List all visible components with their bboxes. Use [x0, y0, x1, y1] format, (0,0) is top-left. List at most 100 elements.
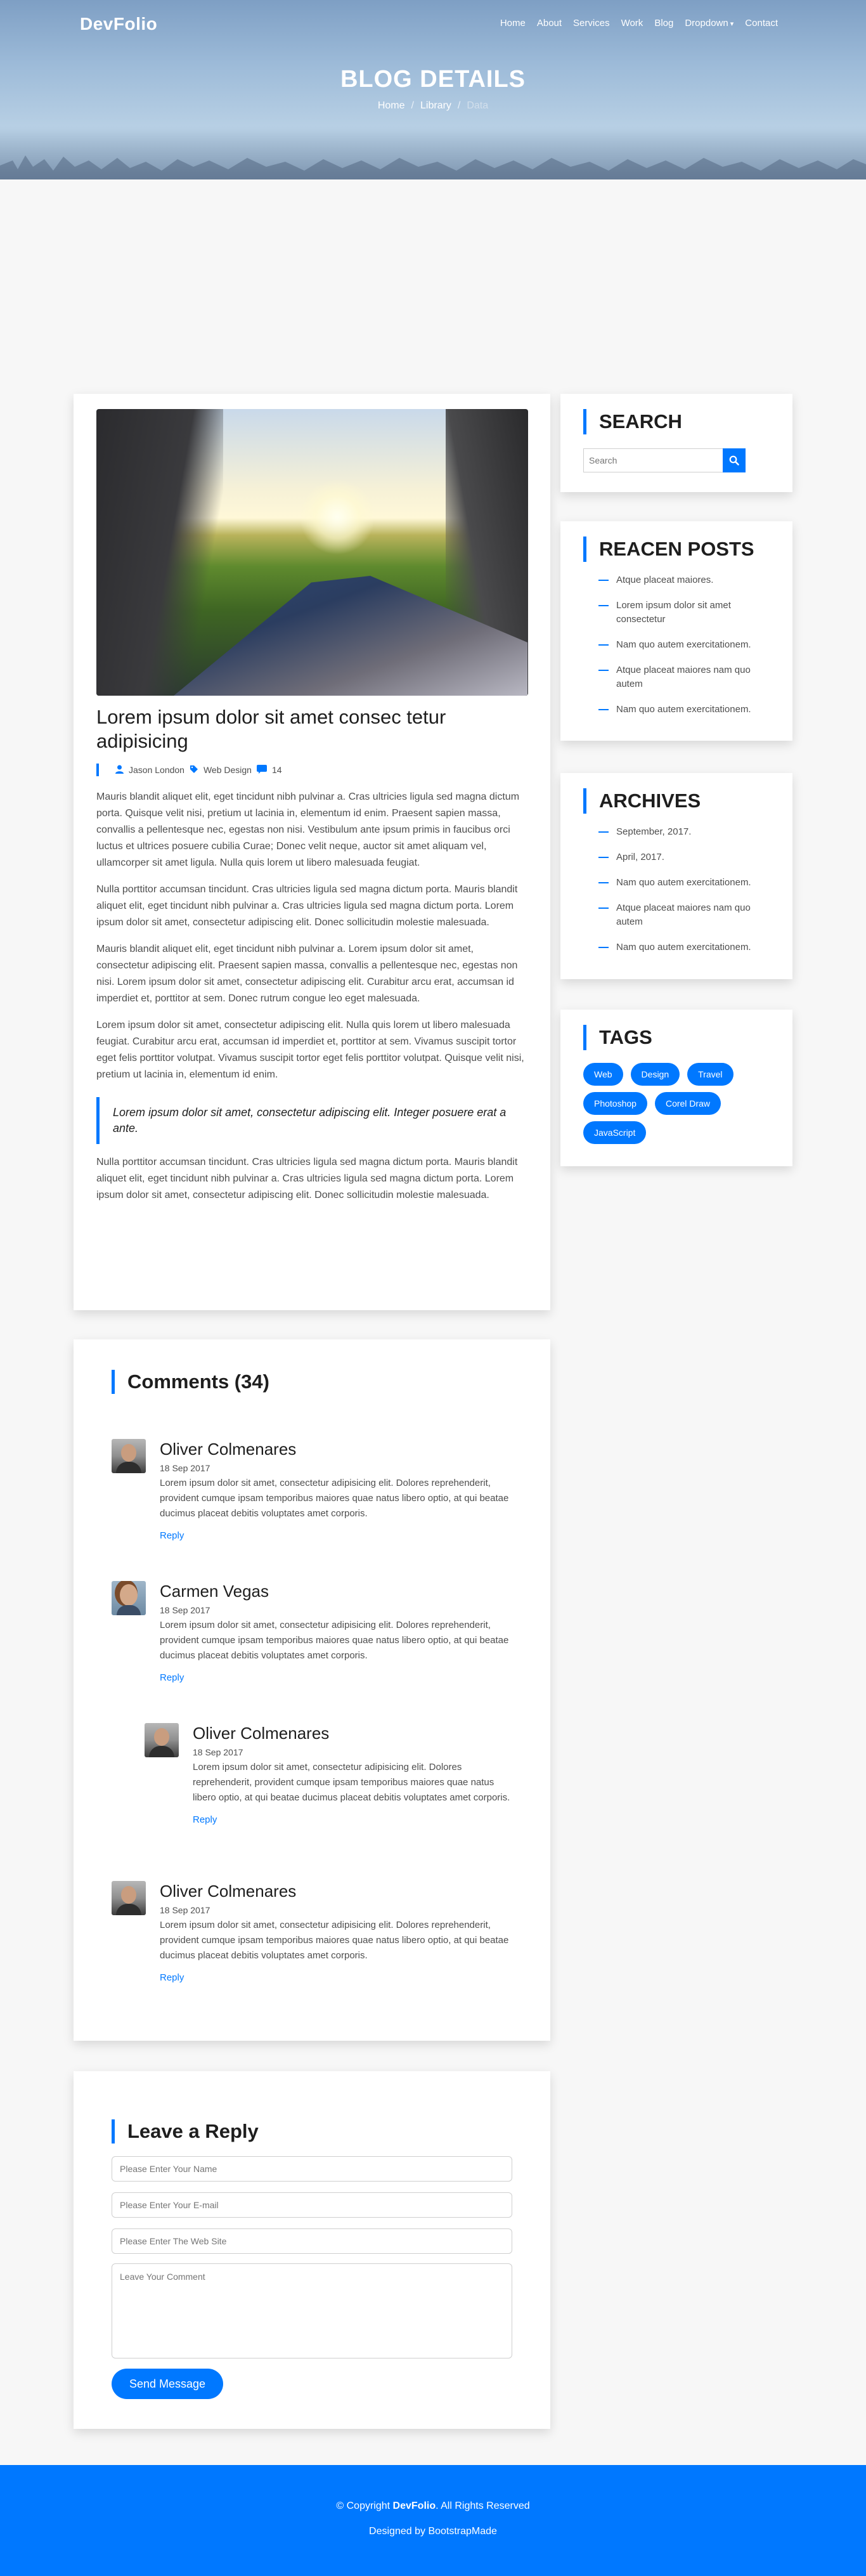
- blog-post-card: Lorem ipsum dolor sit amet consec tetur …: [74, 394, 550, 1310]
- comment-date: 18 Sep 2017: [193, 1747, 243, 1757]
- nav-work[interactable]: Work: [616, 18, 649, 29]
- reply-form-card: Leave a Reply Send Message: [74, 2071, 550, 2429]
- nav-about[interactable]: About: [531, 18, 567, 29]
- archive-link[interactable]: Nam quo autem exercitationem.: [583, 876, 770, 890]
- post-paragraph: Lorem ipsum dolor sit amet, consectetur …: [96, 1020, 524, 1080]
- archives-title: Archives: [583, 788, 770, 814]
- reply-link[interactable]: Reply: [160, 1972, 184, 1983]
- name-field[interactable]: [112, 2156, 512, 2182]
- comment-date: 18 Sep 2017: [160, 1463, 210, 1473]
- post-title: Lorem ipsum dolor sit amet consec tetur …: [96, 706, 446, 752]
- comment-body: Oliver Colmenares 18 Sep 2017 Lorem ipsu…: [160, 1881, 512, 1984]
- comment-author: Oliver Colmenares: [193, 1724, 330, 1743]
- tag-photoshop[interactable]: Photoshop: [583, 1092, 647, 1115]
- avatar: [145, 1723, 179, 1757]
- footer-copyright: © Copyright DevFolio. All Rights Reserve…: [0, 2501, 866, 2512]
- breadcrumb-separator: /: [411, 100, 414, 111]
- search-input[interactable]: [583, 448, 723, 472]
- recent-post-link[interactable]: Nam quo autem exercitationem.: [583, 638, 770, 652]
- post-comment-count[interactable]: 14: [272, 765, 282, 775]
- post-category[interactable]: Web Design: [204, 765, 252, 775]
- comment-body: Carmen Vegas 18 Sep 2017 Lorem ipsum dol…: [160, 1581, 512, 1684]
- comment-text: Lorem ipsum dolor sit amet, consectetur …: [160, 1920, 509, 1961]
- search-widget: Search: [560, 394, 792, 492]
- reply-link[interactable]: Reply: [160, 1530, 184, 1541]
- comment-author: Carmen Vegas: [160, 1582, 269, 1601]
- recent-post-link[interactable]: Atque placeat maiores.: [583, 573, 770, 587]
- footer: © Copyright DevFolio. All Rights Reserve…: [0, 2465, 866, 2576]
- post-paragraph: Nulla porttitor accumsan tincidunt. Cras…: [96, 1157, 518, 1200]
- reply-link[interactable]: Reply: [160, 1672, 184, 1683]
- navbar: DevFolio Home About Services Work Blog D…: [0, 0, 866, 48]
- archive-link[interactable]: April, 2017.: [583, 850, 770, 864]
- search-form: [583, 448, 770, 472]
- avatar: [112, 1581, 146, 1615]
- nav-home[interactable]: Home: [494, 18, 531, 29]
- hero-banner: DevFolio Home About Services Work Blog D…: [0, 0, 866, 179]
- post-meta: Jason London Web Design 14: [96, 764, 527, 776]
- comment-item: Oliver Colmenares 18 Sep 2017 Lorem ipsu…: [112, 1439, 512, 1553]
- comment-date: 18 Sep 2017: [160, 1905, 210, 1915]
- comment-textarea[interactable]: [112, 2263, 512, 2358]
- nav-blog[interactable]: Blog: [649, 18, 679, 29]
- tags-widget: Tags Web Design Travel Photoshop Corel D…: [560, 1010, 792, 1166]
- nav-dropdown[interactable]: Dropdown: [679, 18, 739, 29]
- search-button[interactable]: [723, 448, 746, 472]
- post-paragraph: Mauris blandit aliquet elit, eget tincid…: [96, 944, 518, 1004]
- post-image: [96, 409, 528, 696]
- send-message-button[interactable]: Send Message: [112, 2369, 223, 2399]
- nav-contact[interactable]: Contact: [739, 18, 784, 29]
- tag-web[interactable]: Web: [583, 1063, 623, 1086]
- reply-link[interactable]: Reply: [193, 1814, 217, 1825]
- sun-glow: [299, 479, 375, 555]
- recent-post-link[interactable]: Lorem ipsum dolor sit amet consectetur: [583, 599, 770, 627]
- nav-menu: Home About Services Work Blog Dropdown C…: [494, 18, 784, 29]
- post-author[interactable]: Jason London: [129, 765, 184, 775]
- comments-card: Comments (34) Oliver Colmenares 18 Sep 2…: [74, 1339, 550, 2041]
- email-field[interactable]: [112, 2192, 512, 2218]
- recent-posts-list: Atque placeat maiores. Lorem ipsum dolor…: [583, 573, 770, 717]
- breadcrumb-current: Data: [467, 100, 489, 111]
- copyright-prefix: © Copyright: [336, 2501, 391, 2511]
- archives-widget: Archives September, 2017. April, 2017. N…: [560, 773, 792, 979]
- recent-post-link[interactable]: Nam quo autem exercitationem.: [583, 703, 770, 717]
- tag-javascript[interactable]: JavaScript: [583, 1121, 647, 1144]
- breadcrumb-separator: /: [457, 100, 461, 111]
- website-field[interactable]: [112, 2228, 512, 2254]
- comment-text: Lorem ipsum dolor sit amet, consectetur …: [193, 1762, 510, 1803]
- post-paragraph: Mauris blandit aliquet elit, eget tincid…: [96, 791, 520, 868]
- copyright-brand: DevFolio: [392, 2501, 436, 2511]
- comment-body: Oliver Colmenares 18 Sep 2017 Lorem ipsu…: [160, 1439, 512, 1542]
- comment-item: Carmen Vegas 18 Sep 2017 Lorem ipsum dol…: [112, 1581, 512, 1695]
- tag-corel-draw[interactable]: Corel Draw: [654, 1092, 721, 1115]
- tag-travel[interactable]: Travel: [687, 1063, 734, 1086]
- tag-icon: [190, 765, 198, 776]
- comment-text: Lorem ipsum dolor sit amet, consectetur …: [160, 1478, 509, 1519]
- tag-design[interactable]: Design: [630, 1063, 680, 1086]
- user-icon: [115, 765, 124, 776]
- tags-list: Web Design Travel Photoshop Corel Draw J…: [583, 1063, 770, 1144]
- comment-date: 18 Sep 2017: [160, 1605, 210, 1615]
- search-icon: [729, 455, 739, 465]
- search-widget-title: Search: [583, 409, 770, 434]
- page-title: BLOG DETAILS: [340, 66, 526, 93]
- comment-item: Oliver Colmenares 18 Sep 2017 Lorem ipsu…: [112, 1881, 512, 1995]
- archive-link[interactable]: Nam quo autem exercitationem.: [583, 940, 770, 954]
- brand-logo[interactable]: DevFolio: [80, 14, 157, 34]
- breadcrumb-library[interactable]: Library: [420, 100, 451, 111]
- comment-item-nested: Oliver Colmenares 18 Sep 2017 Lorem ipsu…: [145, 1723, 512, 1856]
- recent-post-link[interactable]: Atque placeat maiores nam quo autem: [583, 663, 770, 691]
- recent-posts-widget: Reacen Posts Atque placeat maiores. Lore…: [560, 521, 792, 741]
- archive-link[interactable]: Atque placeat maiores nam quo autem: [583, 901, 770, 929]
- archive-link[interactable]: September, 2017.: [583, 825, 770, 839]
- recent-posts-title: Reacen Posts: [583, 537, 770, 562]
- footer-credits[interactable]: Designed by BootstrapMade: [0, 2526, 866, 2537]
- archives-list: September, 2017. April, 2017. Nam quo au…: [583, 825, 770, 954]
- breadcrumb-home[interactable]: Home: [378, 100, 405, 111]
- comment-text: Lorem ipsum dolor sit amet, consectetur …: [160, 1620, 509, 1661]
- avatar: [112, 1439, 146, 1473]
- copyright-suffix: . All Rights Reserved: [436, 2501, 530, 2511]
- nav-services[interactable]: Services: [567, 18, 616, 29]
- post-quote: Lorem ipsum dolor sit amet, consectetur …: [96, 1097, 527, 1144]
- comments-title: Comments (34): [112, 1370, 512, 1394]
